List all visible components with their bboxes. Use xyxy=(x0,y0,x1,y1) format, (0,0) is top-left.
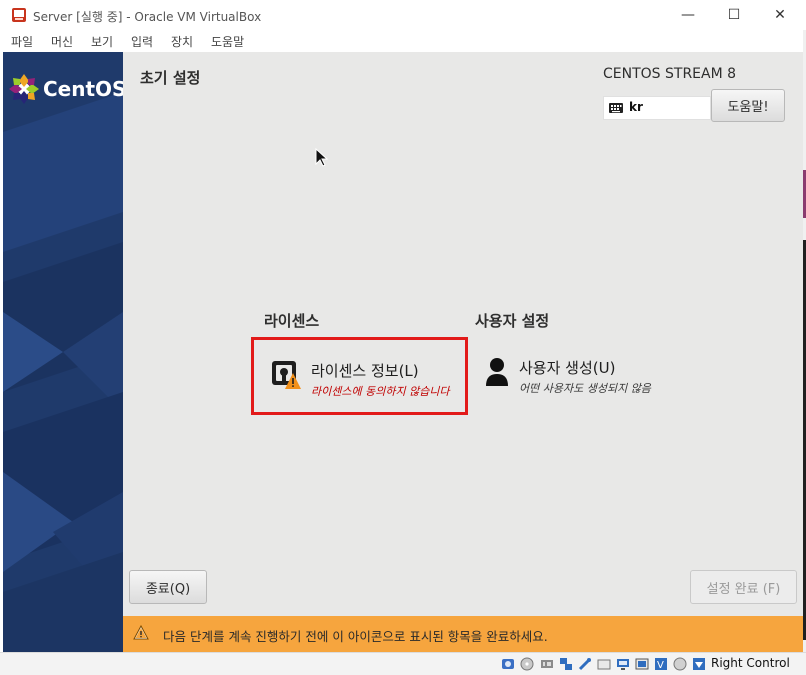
svg-text:V: V xyxy=(657,660,664,671)
virtualbox-app-icon xyxy=(12,8,26,22)
help-button[interactable]: 도움말! xyxy=(711,89,785,122)
warning-bar: 다음 단계를 계속 진행하기 전에 이 아이콘으로 표시된 항목을 완료하세요. xyxy=(123,616,803,652)
sidebar-pattern xyxy=(3,92,123,652)
user-spoke-status: 어떤 사용자도 생성되지 않음 xyxy=(519,382,651,395)
user-creation-spoke[interactable]: 사용자 생성(U) 어떤 사용자도 생성되지 않음 xyxy=(473,340,713,412)
finish-configuration-button[interactable]: 설정 완료 (F) xyxy=(690,570,797,604)
menu-input[interactable]: 입력 xyxy=(131,33,153,50)
video-capture-icon[interactable] xyxy=(635,657,649,671)
centos-logo-text: CentOS xyxy=(43,77,123,101)
centos-logo: CentOS xyxy=(6,72,123,106)
mouse-cursor-icon xyxy=(315,148,329,167)
license-spoke-status: 라이센스에 동의하지 않습니다 xyxy=(311,385,450,398)
window-title: Server [실행 중] - Oracle VM VirtualBox xyxy=(33,10,262,24)
user-spoke-title: 사용자 생성(U) xyxy=(519,359,616,377)
network-icon[interactable] xyxy=(559,657,573,671)
usb-icon[interactable] xyxy=(578,657,592,671)
maximize-button[interactable]: ☐ xyxy=(711,0,757,30)
host-key-label: Right Control xyxy=(711,656,790,670)
menu-machine[interactable]: 머신 xyxy=(51,33,73,50)
vm-status-bar: V Right Control xyxy=(0,652,806,675)
keyboard-layout-label: kr xyxy=(629,100,643,114)
user-icon xyxy=(486,358,508,386)
guest-display[interactable]: CentOS 초기 설정 CENTOS STREAM 8 kr 도움말! 라이센… xyxy=(3,52,803,652)
keyboard-layout-indicator[interactable]: kr xyxy=(603,96,711,120)
keyboard-capture-icon[interactable] xyxy=(692,657,706,671)
hard-disk-icon[interactable] xyxy=(501,657,515,671)
quit-button[interactable]: 종료(Q) xyxy=(129,570,207,604)
audio-icon[interactable] xyxy=(540,657,554,671)
menu-help[interactable]: 도움말 xyxy=(211,33,244,50)
shared-folders-icon[interactable] xyxy=(597,657,611,671)
close-button[interactable]: ✕ xyxy=(757,0,803,30)
category-user-settings-heading: 사용자 설정 xyxy=(475,312,550,330)
menu-bar: 파일 머신 보기 입력 장치 도움말 xyxy=(0,30,806,52)
menu-devices[interactable]: 장치 xyxy=(171,33,193,50)
page-title: 초기 설정 xyxy=(140,69,201,87)
vt-x-icon[interactable]: V xyxy=(654,657,668,671)
distro-name: CENTOS STREAM 8 xyxy=(603,66,737,82)
menu-view[interactable]: 보기 xyxy=(91,33,113,50)
license-warning-icon xyxy=(272,361,301,389)
warning-icon xyxy=(133,625,149,640)
mouse-integration-icon[interactable] xyxy=(673,657,687,671)
window-titlebar[interactable]: Server [실행 중] - Oracle VM VirtualBox — ☐… xyxy=(0,0,806,30)
optical-drive-icon[interactable] xyxy=(520,657,534,671)
minimize-button[interactable]: — xyxy=(665,0,711,30)
menu-file[interactable]: 파일 xyxy=(11,33,33,50)
centos-logo-icon xyxy=(9,74,39,104)
warning-message: 다음 단계를 계속 진행하기 전에 이 아이콘으로 표시된 항목을 완료하세요. xyxy=(163,629,548,644)
license-information-spoke[interactable]: 라이센스 정보(L) 라이센스에 동의하지 않습니다 xyxy=(251,337,468,415)
keyboard-icon xyxy=(609,103,623,113)
license-spoke-title: 라이센스 정보(L) xyxy=(311,362,419,380)
category-license-heading: 라이센스 xyxy=(264,312,320,330)
display-icon[interactable] xyxy=(616,657,630,671)
centos-sidebar: CentOS xyxy=(3,52,123,652)
